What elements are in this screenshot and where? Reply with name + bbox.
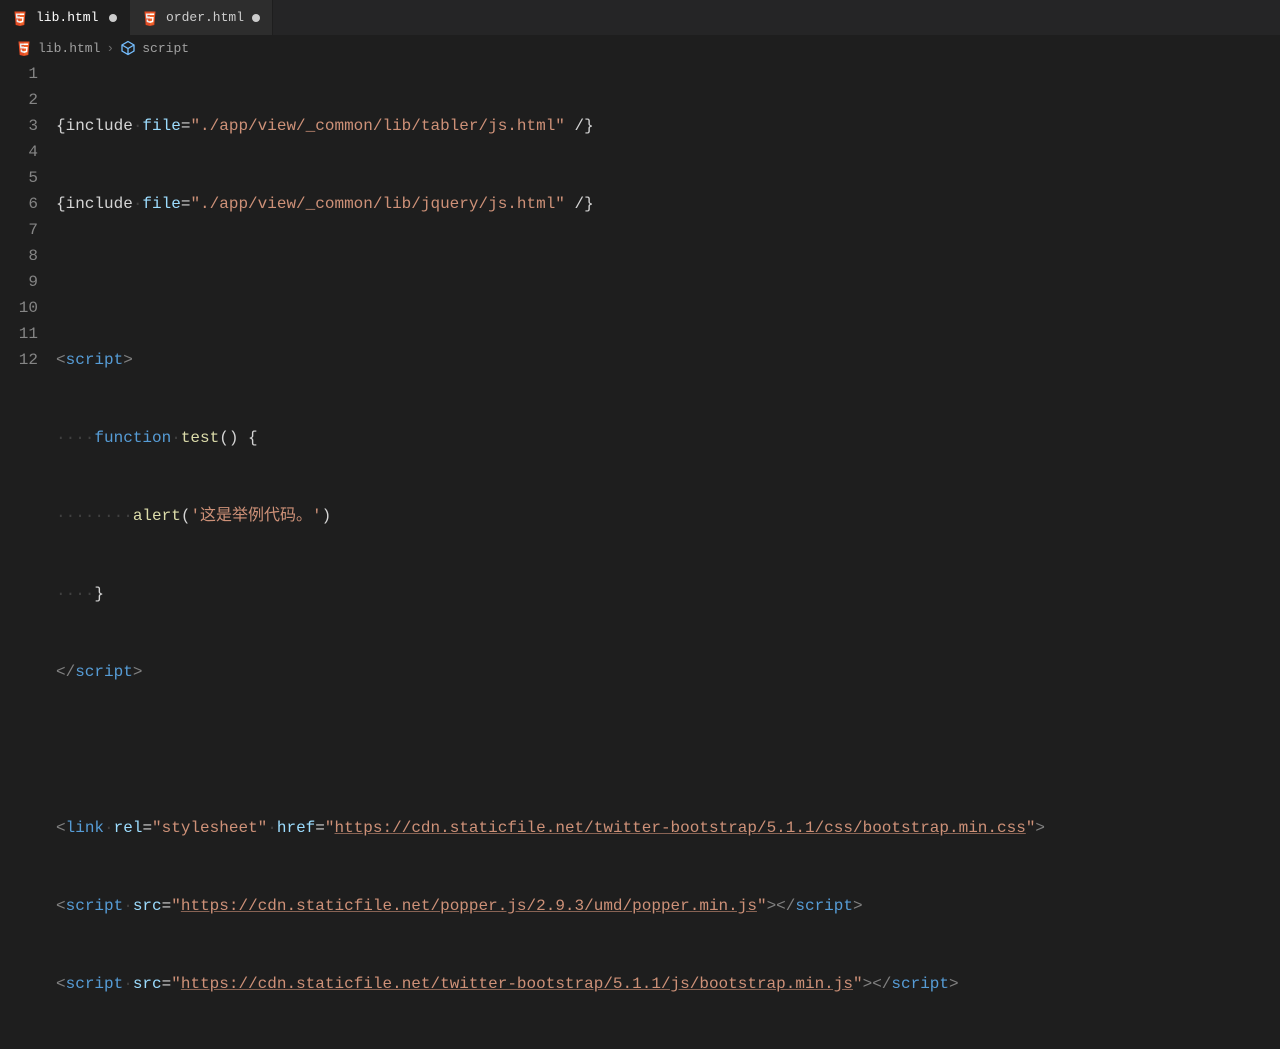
line-number: 7 — [0, 217, 38, 243]
line-number-gutter: 1 2 3 4 5 6 7 8 9 10 11 12 — [0, 61, 56, 1049]
line-number: 8 — [0, 243, 38, 269]
line-number: 6 — [0, 191, 38, 217]
breadcrumb: lib.html › script — [0, 35, 1280, 61]
tab-label: lib.html — [36, 10, 98, 25]
code-line — [56, 737, 1280, 763]
code-line: </script> — [56, 659, 1280, 685]
code-line: {include·file="./app/view/_common/lib/ta… — [56, 113, 1280, 139]
dirty-indicator-icon — [109, 14, 117, 22]
html5-icon — [12, 10, 28, 26]
tab-lib-html[interactable]: lib.html — [0, 0, 130, 35]
line-number: 5 — [0, 165, 38, 191]
line-number: 1 — [0, 61, 38, 87]
line-number: 10 — [0, 295, 38, 321]
tab-order-html[interactable]: order.html — [130, 0, 273, 35]
line-number: 3 — [0, 113, 38, 139]
code-line: ····function·test() { — [56, 425, 1280, 451]
code-line: <script> — [56, 347, 1280, 373]
chevron-right-icon: › — [106, 41, 114, 56]
code-line — [56, 269, 1280, 295]
tabs-bar: lib.html order.html — [0, 0, 1280, 35]
html5-icon — [142, 10, 158, 26]
code-line: <script·src="https://cdn.staticfile.net/… — [56, 971, 1280, 997]
line-number: 11 — [0, 321, 38, 347]
code-line: <link·rel="stylesheet"·href="https://cdn… — [56, 815, 1280, 841]
block-icon — [120, 40, 136, 56]
code-line: ········alert('这是举例代码。') — [56, 503, 1280, 529]
line-number: 12 — [0, 347, 38, 373]
code-content[interactable]: {include·file="./app/view/_common/lib/ta… — [56, 61, 1280, 1049]
code-line: ····} — [56, 581, 1280, 607]
line-number: 9 — [0, 269, 38, 295]
code-editor[interactable]: 1 2 3 4 5 6 7 8 9 10 11 12 {include·file… — [0, 61, 1280, 1049]
breadcrumb-symbol[interactable]: script — [142, 41, 189, 56]
code-line: {include·file="./app/view/_common/lib/jq… — [56, 191, 1280, 217]
code-line: <script·src="https://cdn.staticfile.net/… — [56, 893, 1280, 919]
html5-icon — [16, 40, 32, 56]
dirty-indicator-icon — [252, 14, 260, 22]
breadcrumb-file[interactable]: lib.html — [38, 41, 100, 56]
tab-label: order.html — [166, 10, 244, 25]
line-number: 2 — [0, 87, 38, 113]
line-number: 4 — [0, 139, 38, 165]
